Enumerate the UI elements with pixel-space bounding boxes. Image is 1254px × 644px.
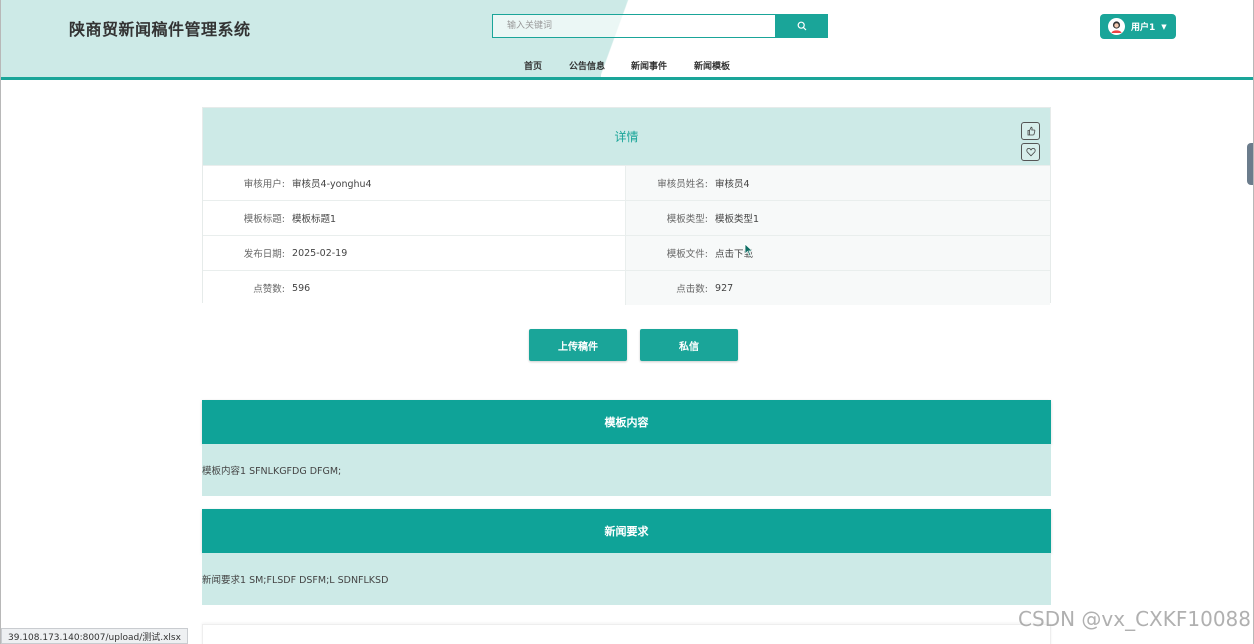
nav-news-events[interactable]: 新闻事件 [631,59,667,72]
detail-row: 点赞数: 596 点击数: 927 [203,270,1050,305]
heart-icon [1025,147,1036,157]
search-bar [492,14,828,38]
search-button[interactable] [775,14,828,38]
detail-row: 发布日期: 2025-02-19 模板文件: 点击下载 [203,235,1050,270]
field-label: 模板类型: [666,214,708,225]
search-input[interactable] [492,14,776,38]
nav-home[interactable]: 首页 [524,59,542,72]
watermark-text: CSDN @vx_CXKF10088 [1018,607,1251,631]
detail-row: 审核用户: 审核员4-yonghu4 审核员姓名: 审核员4 [203,165,1050,200]
mouse-cursor-icon [744,243,754,257]
section-title: 新闻要求 [202,509,1051,553]
field-value: 模板类型1 [715,214,760,225]
section-body: 模板内容1 SFNLKGFDG DFGM; [202,444,1051,496]
section-title: 模板内容 [202,400,1051,444]
like-button[interactable] [1021,122,1040,140]
detail-header: 详情 [203,108,1050,165]
browser-viewport: 陕商贸新闻稿件管理系统 用户1 ▼ 首页 公 [0,0,1254,644]
detail-card: 详情 审核用户: 审核员4-yonghu4 审核员姓名: 审核员4 模板标题: … [202,107,1051,305]
section-body: 新闻要求1 SM;FLSDF DSFM;L SDNFLKSD [202,553,1051,605]
thumbs-up-icon [1027,126,1035,136]
search-icon [797,21,806,31]
detail-title: 详情 [614,130,639,144]
user-avatar-icon [1111,21,1122,33]
field-value: 模板标题1 [292,214,337,225]
field-value: 审核员4-yonghu4 [292,179,372,190]
field-value: 2025-02-19 [292,247,348,259]
template-content-section: 模板内容 模板内容1 SFNLKGFDG DFGM; [202,400,1051,496]
main-nav: 首页 公告信息 新闻事件 新闻模板 [1,59,1253,73]
caret-down-icon: ▼ [1161,22,1167,31]
status-url: 39.108.173.140:8007/upload/测试.xlsx [1,628,188,644]
field-label: 审核用户: [243,179,285,190]
nav-news-templates[interactable]: 新闻模板 [694,59,730,72]
field-label: 点赞数: [253,284,285,295]
detail-row: 模板标题: 模板标题1 模板类型: 模板类型1 [203,200,1050,235]
user-menu-button[interactable]: 用户1 ▼ [1100,14,1176,39]
scrollbar-thumb[interactable] [1247,143,1253,185]
field-value: 927 [715,282,734,294]
app-title: 陕商贸新闻稿件管理系统 [69,20,251,39]
news-requirements-section: 新闻要求 新闻要求1 SM;FLSDF DSFM;L SDNFLKSD [202,509,1051,605]
field-label: 模板文件: [666,249,708,260]
field-label: 点击数: [676,284,708,295]
field-value: 审核员4 [715,179,750,190]
private-message-button[interactable]: 私信 [640,329,738,361]
nav-announcements[interactable]: 公告信息 [569,59,605,72]
site-header: 陕商贸新闻稿件管理系统 用户1 ▼ 首页 公 [1,0,1253,80]
favorite-button[interactable] [1021,143,1040,161]
upload-manuscript-button[interactable]: 上传稿件 [529,329,627,361]
user-name: 用户1 [1131,23,1156,33]
field-label: 模板标题: [243,214,285,225]
field-value: 596 [292,282,311,294]
comments-card [202,624,1051,644]
field-label: 审核员姓名: [657,179,708,190]
field-label: 发布日期: [243,249,285,260]
avatar [1108,18,1125,35]
